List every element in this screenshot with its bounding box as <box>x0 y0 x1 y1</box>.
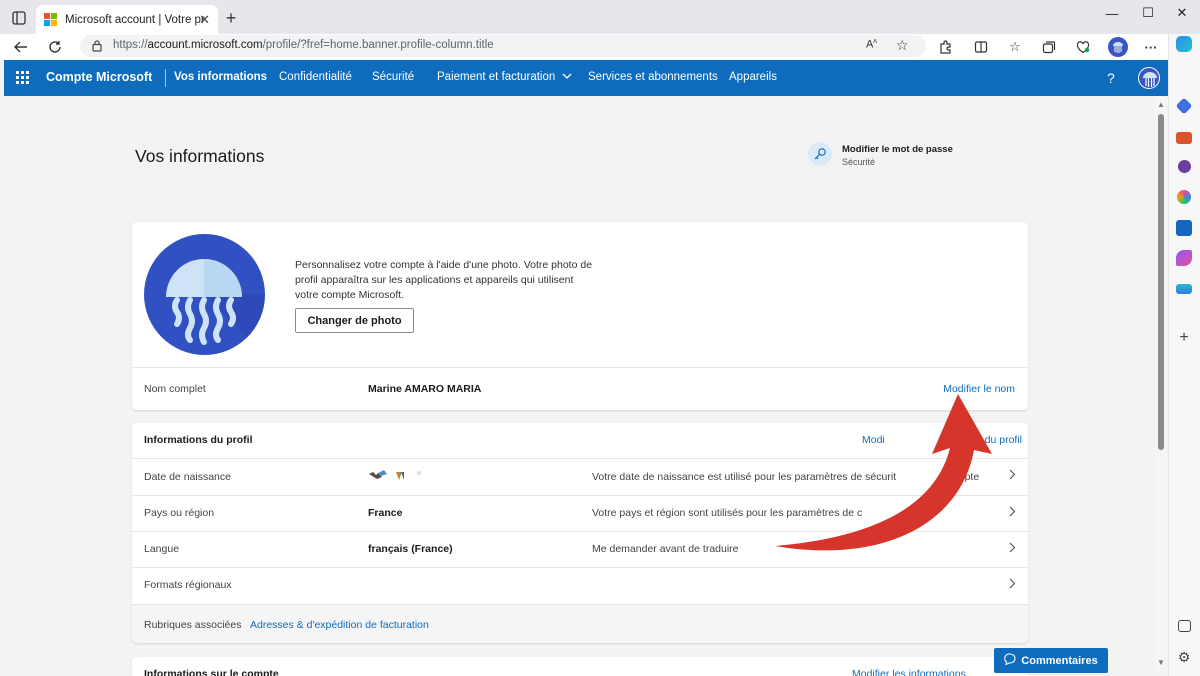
shopping-tag-icon[interactable] <box>1175 97 1193 115</box>
birthdate-row[interactable]: Date de naissance Votre date de naissanc… <box>132 459 1028 495</box>
tools-icon[interactable] <box>1176 132 1192 144</box>
address-bar[interactable]: https://account.microsoft.com/profile/?f… <box>80 35 926 57</box>
add-sidebar-app-icon[interactable]: + <box>1176 329 1192 346</box>
billing-address-link[interactable]: Adresses & d'expédition de facturation <box>250 619 429 631</box>
feedback-button[interactable]: Commentaires <box>994 648 1108 673</box>
url-text: https://account.microsoft.com/profile/?f… <box>113 39 494 51</box>
country-desc: Votre pays et région sont utilisés pour … <box>592 507 863 519</box>
help-icon[interactable]: ? <box>1107 70 1115 86</box>
chevron-right-icon <box>1009 469 1016 483</box>
extensions-icon[interactable] <box>936 38 954 56</box>
chevron-right-icon <box>1009 542 1016 556</box>
related-row: Rubriques associées Adresses & d'expédit… <box>132 605 1028 643</box>
country-row[interactable]: Pays ou région France Votre pays et régi… <box>132 496 1028 532</box>
games-icon[interactable] <box>1178 160 1191 173</box>
scroll-up-icon[interactable]: ▲ <box>1157 100 1165 109</box>
microsoft365-icon[interactable] <box>1177 190 1191 204</box>
chevron-right-icon <box>1009 578 1016 592</box>
app-launcher-icon[interactable] <box>16 71 29 84</box>
browser-essentials-icon[interactable] <box>1074 38 1092 56</box>
tab-title: Microsoft account | Votre profil <box>65 13 205 26</box>
new-tab-icon[interactable]: + <box>222 8 240 28</box>
collections-icon[interactable] <box>1040 38 1058 56</box>
favorites-icon[interactable]: ☆ <box>1006 38 1024 56</box>
edit-name-link[interactable]: Modifier le nom <box>943 383 1015 395</box>
profile-photo-card: Personnalisez votre compte à l'aide d'un… <box>132 222 1028 410</box>
edit-profile-link-end[interactable]: s du profil <box>976 434 1022 446</box>
regional-formats-label: Formats régionaux <box>144 579 232 591</box>
chevron-right-icon <box>1009 506 1016 520</box>
chat-bubble-icon <box>1004 653 1016 668</box>
language-label: Langue <box>144 543 180 555</box>
profile-info-title: Informations du profil <box>144 434 253 446</box>
related-label: Rubriques associées <box>144 619 242 631</box>
minimize-icon[interactable]: — <box>1092 0 1132 26</box>
close-window-icon[interactable]: ✕ <box>1162 0 1200 26</box>
designer-icon[interactable] <box>1176 250 1192 266</box>
change-password-link[interactable]: Modifier le mot de passe Sécurité <box>808 142 968 172</box>
change-password-title: Modifier le mot de passe <box>842 144 953 155</box>
language-row[interactable]: Langue français (France) Me demander ava… <box>132 532 1028 568</box>
more-menu-icon[interactable]: ··· <box>1142 38 1160 56</box>
drop-icon[interactable] <box>1176 284 1192 294</box>
back-icon[interactable] <box>10 36 32 58</box>
read-aloud-icon[interactable]: Aʌ <box>866 38 877 51</box>
settings-gear-icon[interactable]: ⚙ <box>1176 649 1192 665</box>
profile-info-card: Informations du profil Modi s du profil … <box>132 423 1028 643</box>
nav-confidentialite[interactable]: Confidentialité <box>279 71 352 83</box>
scroll-down-icon[interactable]: ▼ <box>1157 658 1165 667</box>
divider <box>132 367 1028 368</box>
tab-actions-icon[interactable] <box>10 9 28 27</box>
page-title: Vos informations <box>135 146 265 166</box>
copilot-icon[interactable] <box>1176 36 1192 52</box>
chevron-down-icon <box>562 71 572 83</box>
page-scrollbar[interactable]: ▲ ▼ <box>1155 96 1167 672</box>
profile-avatar-icon[interactable] <box>1108 37 1128 57</box>
change-photo-button[interactable]: Changer de photo <box>295 308 414 333</box>
nav-vos-informations[interactable]: Vos informations <box>174 71 267 83</box>
nav-services[interactable]: Services et abonnements <box>588 71 718 83</box>
brand-link[interactable]: Compte Microsoft <box>46 70 152 84</box>
language-value: français (France) <box>368 543 453 555</box>
split-screen-icon[interactable] <box>972 38 990 56</box>
hide-sidebar-icon[interactable] <box>1178 620 1191 632</box>
birthdate-value-redacted <box>368 469 428 488</box>
nav-securite[interactable]: Sécurité <box>372 71 414 83</box>
browser-tabstrip: Microsoft account | Votre profil ✕ + — ☐… <box>0 0 1200 34</box>
lock-icon[interactable] <box>91 39 103 57</box>
photo-description: Personnalisez votre compte à l'aide d'un… <box>295 259 593 301</box>
full-name-value: Marine AMARO MARIA <box>368 383 482 395</box>
edge-sidebar: + ⚙ <box>1168 34 1200 676</box>
account-avatar[interactable] <box>1138 67 1160 89</box>
birthdate-label: Date de naissance <box>144 471 231 483</box>
close-tab-icon[interactable]: ✕ <box>199 12 210 28</box>
nav-appareils[interactable]: Appareils <box>729 71 777 83</box>
birthdate-desc: Votre date de naissance est utilisé pour… <box>592 471 897 483</box>
favorite-star-icon[interactable]: ☆ <box>896 37 909 54</box>
country-label: Pays ou région <box>144 507 215 519</box>
outlook-icon[interactable] <box>1176 220 1192 236</box>
account-info-card: Informations sur le compte Modifier les … <box>132 657 1028 676</box>
edit-profile-link-start[interactable]: Modi <box>862 434 885 446</box>
language-desc: Me demander avant de traduire <box>592 543 739 555</box>
profile-photo <box>144 234 265 355</box>
key-icon <box>808 142 832 166</box>
microsoft-logo-icon <box>44 13 57 26</box>
feedback-label: Commentaires <box>1021 654 1098 667</box>
nav-separator <box>165 69 166 87</box>
birthdate-desc-tail: ompte <box>950 471 980 483</box>
browser-tab[interactable]: Microsoft account | Votre profil ✕ <box>36 5 218 34</box>
browser-toolbar: https://account.microsoft.com/profile/?f… <box>0 34 1200 60</box>
nav-paiement[interactable]: Paiement et facturation <box>437 71 572 83</box>
regional-formats-row[interactable]: Formats régionaux <box>132 568 1028 604</box>
change-password-subtitle: Sécurité <box>842 157 876 167</box>
refresh-icon[interactable] <box>44 36 66 58</box>
account-info-title: Informations sur le compte <box>144 668 279 676</box>
edit-account-info-link[interactable]: Modifier les informations <box>852 668 966 676</box>
country-value: France <box>368 507 403 519</box>
account-nav-bar: Compte Microsoft Vos informations Confid… <box>4 60 1168 96</box>
page-content: Vos informations Modifier le mot de pass… <box>4 96 1155 676</box>
scroll-thumb[interactable] <box>1158 114 1164 450</box>
full-name-label: Nom complet <box>144 383 206 395</box>
